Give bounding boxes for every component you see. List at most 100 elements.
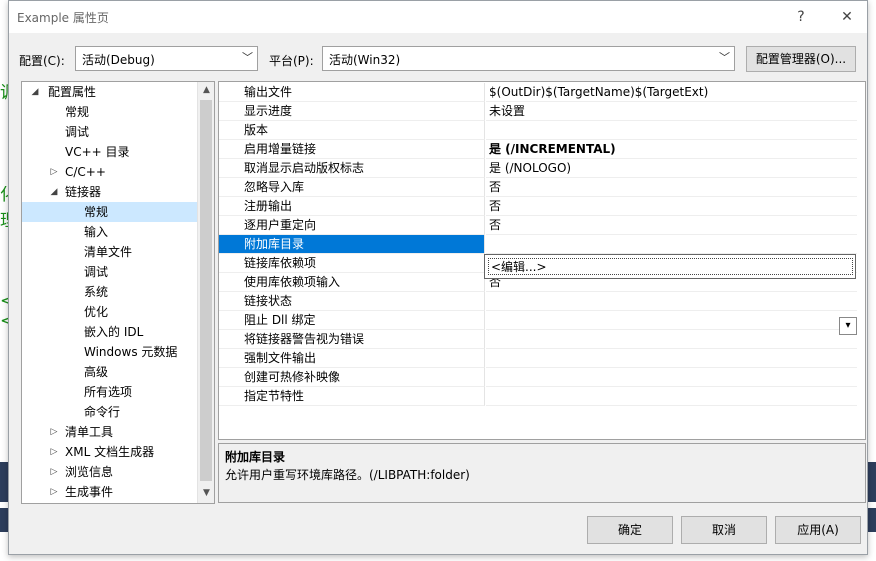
tree-item-label: 高级 xyxy=(84,365,109,379)
tree-item-label: 清单文件 xyxy=(84,245,133,259)
tree-item-label: 浏览信息 xyxy=(65,465,114,479)
collapse-arrow-icon[interactable]: ◢ xyxy=(30,82,40,102)
tree-item[interactable]: 嵌入的 IDL xyxy=(22,322,198,342)
property-row[interactable]: 注册输出否 xyxy=(219,197,865,216)
expand-arrow-icon[interactable]: ▷ xyxy=(49,482,59,502)
property-value[interactable]: $(OutDir)$(TargetName)$(TargetExt) xyxy=(486,83,857,102)
tree-item[interactable]: 命令行 xyxy=(22,402,198,422)
property-value[interactable] xyxy=(486,235,857,254)
property-row[interactable]: 取消显示启动版权标志是 (/NOLOGO) xyxy=(219,159,865,178)
cancel-button[interactable]: 取消 xyxy=(681,516,767,544)
tree-item-label: 常规 xyxy=(84,205,109,219)
tree-item[interactable]: Windows 元数据 xyxy=(22,342,198,362)
property-value[interactable] xyxy=(486,292,857,311)
tree-item[interactable]: 调试 xyxy=(22,122,198,142)
scrollbar-thumb[interactable] xyxy=(200,100,212,481)
tree-item-label: 系统 xyxy=(84,285,109,299)
tree-item[interactable]: 系统 xyxy=(22,282,198,302)
property-name: 强制文件输出 xyxy=(219,349,485,368)
tree-item[interactable]: ▷ 清单工具 xyxy=(22,422,198,442)
tree-item[interactable]: 所有选项 xyxy=(22,382,198,402)
chevron-down-icon[interactable]: ▾ xyxy=(839,317,857,335)
tree-item[interactable]: ▷ C/C++ xyxy=(22,162,198,182)
property-value[interactable] xyxy=(486,311,857,330)
platform-label: 平台(P): xyxy=(269,54,314,68)
property-name: 阻止 Dll 绑定 xyxy=(219,311,485,330)
configuration-manager-button[interactable]: 配置管理器(O)... xyxy=(746,46,856,72)
tree-scrollbar[interactable]: ▲ ▼ xyxy=(197,82,214,503)
property-value[interactable]: 否 xyxy=(486,178,857,197)
tree-item-label: XML 文档生成器 xyxy=(65,445,155,459)
property-tree[interactable]: ◢ 配置属性 常规 调试 VC++ 目录 ▷ C/C++ ◢ 链接器 常规 输入 清单文件 调试 系统 优化… xyxy=(21,81,215,504)
expand-arrow-icon[interactable]: ▷ xyxy=(49,442,59,462)
tree-item-label: 优化 xyxy=(84,305,109,319)
property-name: 指定节特性 xyxy=(219,387,485,406)
property-row[interactable]: 阻止 Dll 绑定 xyxy=(219,311,865,330)
tree-item-label: Windows 元数据 xyxy=(84,345,178,359)
tree-item[interactable]: ◢ 配置属性 xyxy=(22,82,198,102)
property-row[interactable]: 版本 xyxy=(219,121,865,140)
configuration-select[interactable]: 活动(Debug) ﹀ xyxy=(75,46,258,71)
property-row[interactable]: 忽略导入库否 xyxy=(219,178,865,197)
ok-button[interactable]: 确定 xyxy=(587,516,673,544)
property-row[interactable]: 创建可热修补映像 xyxy=(219,368,865,387)
property-value[interactable]: 否 xyxy=(486,197,857,216)
scroll-up-icon[interactable]: ▲ xyxy=(198,82,214,99)
description-title: 附加库目录 xyxy=(225,450,286,464)
configuration-value: 活动(Debug) xyxy=(82,53,155,67)
property-value[interactable] xyxy=(486,121,857,140)
property-row[interactable]: 启用增量链接是 (/INCREMENTAL) xyxy=(219,140,865,159)
property-row[interactable]: 强制文件输出 xyxy=(219,349,865,368)
property-value[interactable] xyxy=(486,368,857,387)
property-value[interactable] xyxy=(486,349,857,368)
property-row[interactable]: 逐用户重定向否 xyxy=(219,216,865,235)
tree-item[interactable]: ▷ 生成事件 xyxy=(22,482,198,502)
property-row[interactable]: 显示进度 未设置 xyxy=(219,102,865,121)
tree-item-label: 链接器 xyxy=(65,185,102,199)
property-row[interactable]: 指定节特性 xyxy=(219,387,865,406)
help-icon[interactable]: ? xyxy=(789,6,813,28)
property-value[interactable] xyxy=(486,387,857,406)
property-row[interactable]: 链接状态 xyxy=(219,292,865,311)
tree-item[interactable]: 优化 xyxy=(22,302,198,322)
tree-item[interactable]: ▷ XML 文档生成器 xyxy=(22,442,198,462)
apply-button[interactable]: 应用(A) xyxy=(775,516,861,544)
collapse-arrow-icon[interactable]: ◢ xyxy=(49,182,59,202)
chevron-down-icon: ﹀ xyxy=(242,51,253,64)
tree-item[interactable]: 常规 xyxy=(22,202,198,222)
tree-item[interactable]: ▷ 浏览信息 xyxy=(22,462,198,482)
tree-item-label: 常规 xyxy=(65,105,90,119)
property-name: 创建可热修补映像 xyxy=(219,368,485,387)
expand-arrow-icon[interactable]: ▷ xyxy=(49,162,59,182)
tree-item[interactable]: 清单文件 xyxy=(22,242,198,262)
tree-item[interactable]: 高级 xyxy=(22,362,198,382)
tree-item-label: 清单工具 xyxy=(65,425,114,439)
tree-item-label: 嵌入的 IDL xyxy=(84,325,144,339)
expand-arrow-icon[interactable]: ▷ xyxy=(49,422,59,442)
scroll-down-icon[interactable]: ▼ xyxy=(198,485,214,502)
property-value[interactable]: 是 (/NOLOGO) xyxy=(486,159,857,178)
dropdown-item-edit[interactable]: <编辑...> xyxy=(488,258,853,275)
expand-arrow-icon[interactable]: ▷ xyxy=(49,462,59,482)
description-text: 允许用户重写环境库路径。(/LIBPATH:folder) xyxy=(225,468,470,482)
tree-item[interactable]: VC++ 目录 xyxy=(22,142,198,162)
property-value[interactable] xyxy=(486,330,857,349)
property-row[interactable]: 将链接器警告视为错误 xyxy=(219,330,865,349)
value-dropdown-list[interactable]: <编辑...> xyxy=(484,254,856,279)
property-row[interactable]: 输出文件 $(OutDir)$(TargetName)$(TargetExt) xyxy=(219,83,865,102)
property-value[interactable]: 否 xyxy=(486,216,857,235)
tree-item[interactable]: 输入 xyxy=(22,222,198,242)
platform-value: 活动(Win32) xyxy=(329,53,401,67)
property-value[interactable]: 未设置 xyxy=(486,102,857,121)
tree-item[interactable]: 常规 xyxy=(22,102,198,122)
background-panel xyxy=(868,462,876,502)
tree-item[interactable]: ◢ 链接器 xyxy=(22,182,198,202)
property-row[interactable]: 附加库目录 xyxy=(219,235,865,254)
configuration-label: 配置(C): xyxy=(19,54,65,68)
tree-item[interactable]: 调试 xyxy=(22,262,198,282)
platform-select[interactable]: 活动(Win32) ﹀ xyxy=(322,46,735,71)
property-name: 输出文件 xyxy=(219,83,485,102)
property-value[interactable]: 是 (/INCREMENTAL) xyxy=(486,140,857,159)
property-name: 逐用户重定向 xyxy=(219,216,485,235)
close-icon[interactable]: ✕ xyxy=(835,6,859,28)
